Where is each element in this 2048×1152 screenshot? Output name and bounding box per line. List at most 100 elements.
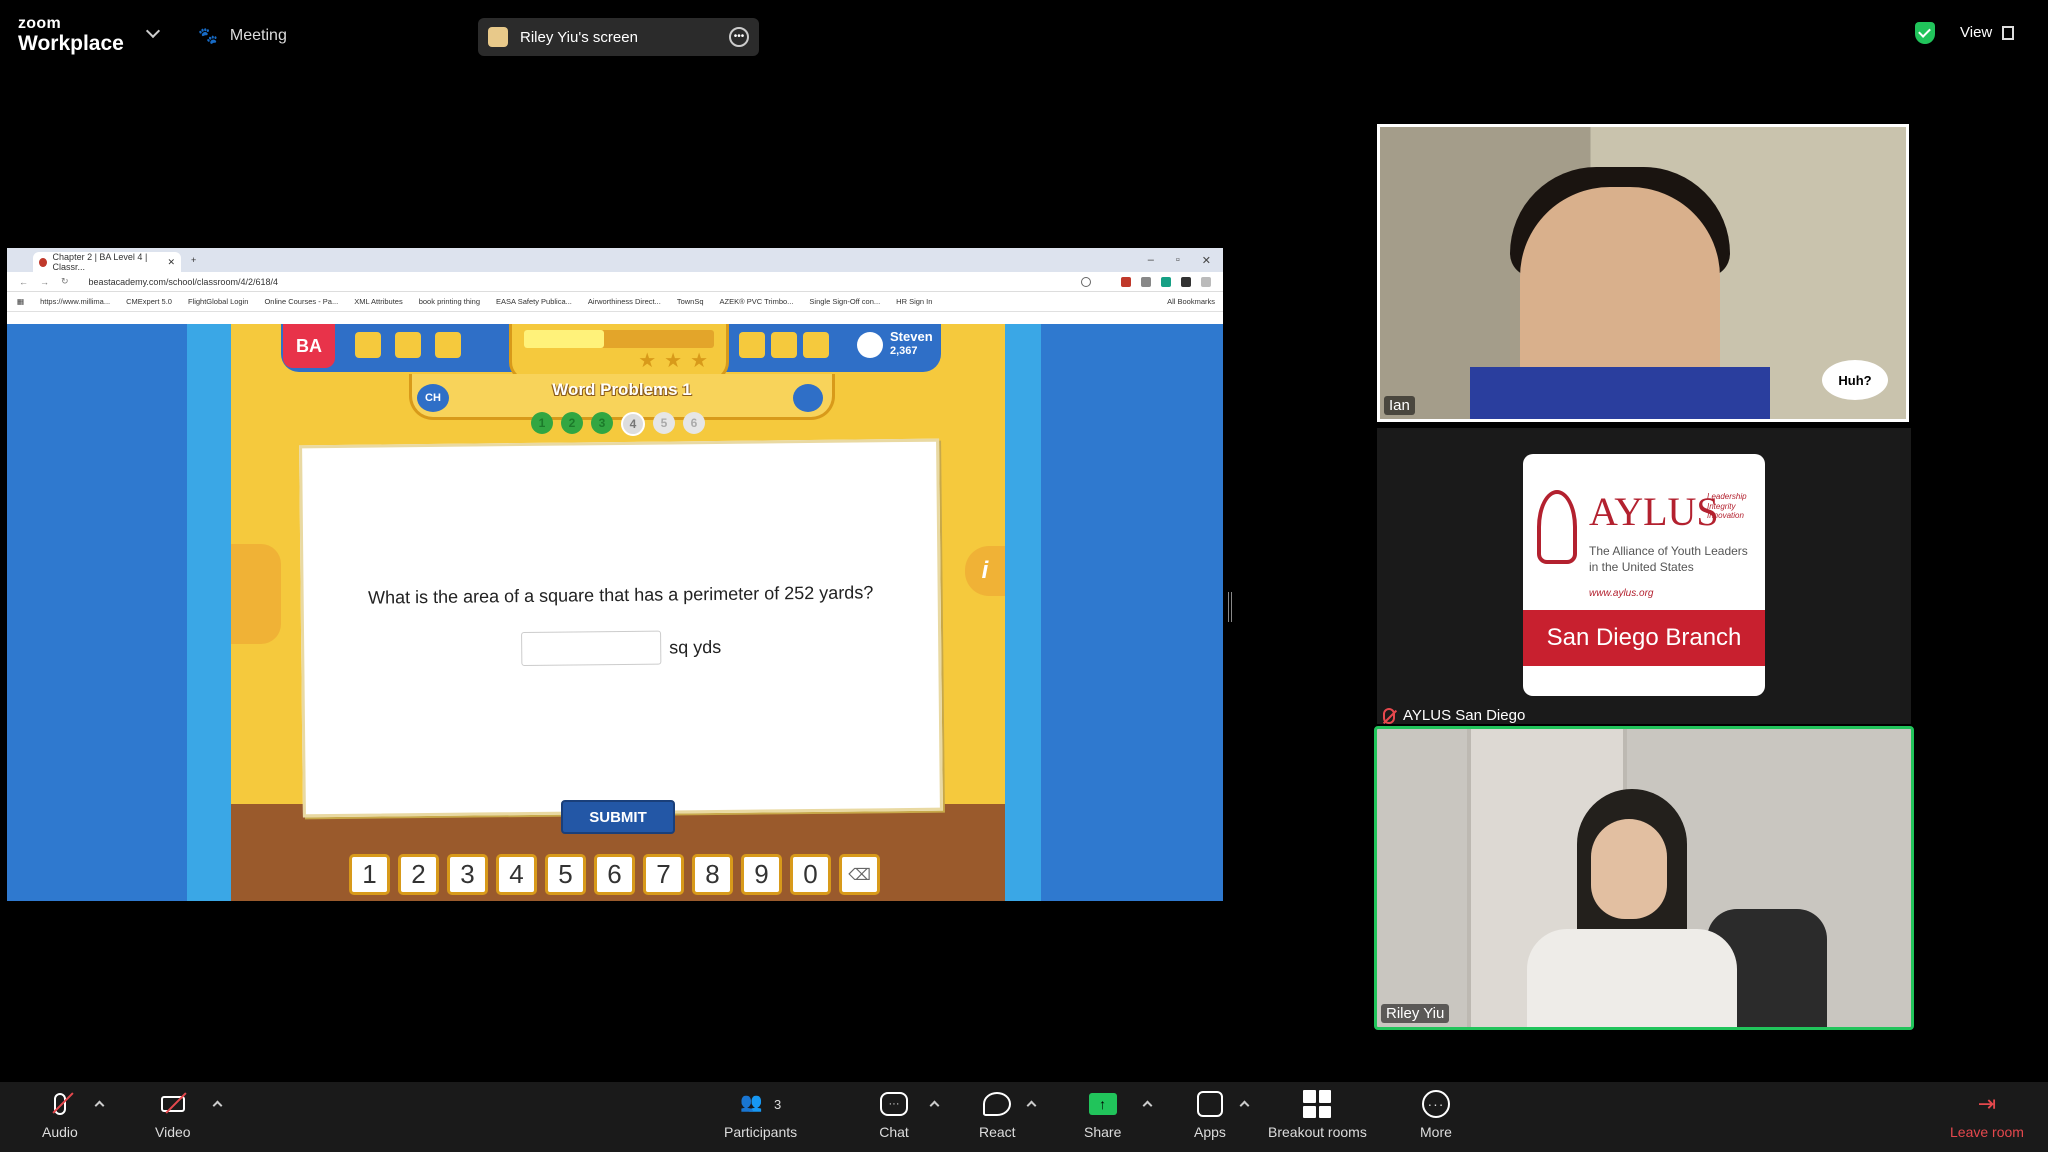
award-icon[interactable] xyxy=(739,332,765,358)
info-button[interactable]: i xyxy=(965,546,1005,596)
chat-button[interactable]: ··· Chat xyxy=(879,1090,909,1140)
help-icon[interactable] xyxy=(771,332,797,358)
share-button[interactable]: ↑ Share xyxy=(1084,1090,1121,1140)
keypad-key[interactable]: 0 xyxy=(790,854,831,895)
chevron-up-icon[interactable] xyxy=(1026,1100,1037,1111)
beast-academy-logo[interactable]: BA xyxy=(283,324,335,368)
forward-icon[interactable]: → xyxy=(40,277,49,287)
pencil-tool[interactable] xyxy=(231,544,281,644)
chevron-down-icon[interactable] xyxy=(145,23,161,39)
profile-icon[interactable] xyxy=(1201,276,1211,287)
tab-close-icon[interactable]: ✕ xyxy=(167,257,175,268)
submit-button[interactable]: SUBMIT xyxy=(561,800,675,834)
apps-button[interactable]: Apps xyxy=(1194,1090,1226,1140)
more-options-icon[interactable]: ••• xyxy=(729,27,749,47)
bookmark[interactable]: HR Sign In xyxy=(896,297,932,306)
view-button[interactable]: View xyxy=(1960,24,2015,41)
meeting-menu[interactable]: 🐾 Meeting xyxy=(198,26,287,46)
share-label: Riley Yiu's screen xyxy=(520,28,638,46)
bookmark[interactable]: XML Attributes xyxy=(354,297,403,306)
keypad-key[interactable]: 9 xyxy=(741,854,782,895)
back-icon[interactable]: ← xyxy=(19,277,28,287)
bookmark[interactable]: book printing thing xyxy=(419,297,480,306)
bookmark[interactable]: EASA Safety Publica... xyxy=(496,297,572,306)
react-button[interactable]: React xyxy=(979,1090,1016,1140)
audio-button[interactable]: Audio xyxy=(42,1090,78,1140)
keypad-key[interactable]: 1 xyxy=(349,854,390,895)
game-area: BA ★★★ Steven 2,367 Word Problems 1 CH 1… xyxy=(231,324,1005,901)
bookmark[interactable]: TownSq xyxy=(677,297,704,306)
tagline-line: Integrity xyxy=(1707,501,1736,511)
home-icon[interactable] xyxy=(355,332,381,358)
new-tab-icon[interactable]: + xyxy=(191,255,196,265)
breakout-rooms-button[interactable]: Breakout rooms xyxy=(1268,1090,1367,1140)
settings-icon[interactable] xyxy=(803,332,829,358)
extension-icon[interactable] xyxy=(1181,276,1191,287)
bookmark[interactable]: Airworthiness Direct... xyxy=(588,297,661,306)
screen-share-pill[interactable]: Riley Yiu's screen ••• xyxy=(478,18,759,56)
keypad-key[interactable]: 6 xyxy=(594,854,635,895)
bookmark[interactable]: CMExpert 5.0 xyxy=(126,297,172,306)
book-icon[interactable] xyxy=(395,332,421,358)
guide-book-icon[interactable] xyxy=(793,384,823,412)
close-window-icon[interactable]: ✕ xyxy=(1202,254,1211,267)
problem-dot[interactable]: 5 xyxy=(653,412,675,434)
problem-dot[interactable]: 4 xyxy=(621,412,645,436)
participants-button[interactable]: 👥 3 Participants xyxy=(724,1090,797,1140)
reload-icon[interactable]: ↻ xyxy=(61,276,69,287)
extension-icon[interactable] xyxy=(1141,276,1151,287)
zoom-icon[interactable] xyxy=(1081,276,1091,287)
problem-dot[interactable]: 6 xyxy=(683,412,705,434)
torch-icon xyxy=(1537,490,1577,564)
breakout-grid-icon xyxy=(1302,1090,1332,1118)
all-bookmarks[interactable]: All Bookmarks xyxy=(1167,297,1223,306)
keypad-key[interactable]: 3 xyxy=(447,854,488,895)
apps-grid-icon[interactable]: ▦ xyxy=(17,297,24,306)
video-button[interactable]: Video xyxy=(155,1090,191,1140)
apps-label: Apps xyxy=(1194,1124,1226,1140)
extension-icon[interactable] xyxy=(1161,276,1171,287)
chapter-button[interactable]: CH xyxy=(417,384,449,412)
minimize-icon[interactable]: – xyxy=(1148,254,1154,267)
video-tile-aylus[interactable]: AYLUS Leadership Integrity Innovation Th… xyxy=(1377,428,1911,724)
url-field[interactable]: beastacademy.com/school/classroom/4/2/61… xyxy=(89,277,278,287)
user-info[interactable]: Steven 2,367 xyxy=(890,329,933,358)
resize-handle[interactable] xyxy=(1228,592,1232,622)
leave-room-button[interactable]: ⇥ Leave room xyxy=(1950,1090,2024,1140)
problem-dot[interactable]: 3 xyxy=(591,412,613,434)
browser-tab[interactable]: Chapter 2 | BA Level 4 | Classr... ✕ xyxy=(33,252,181,272)
bookmark[interactable]: AZEK® PVC Trimbo... xyxy=(720,297,794,306)
bookmark[interactable]: Single Sign-Off con... xyxy=(809,297,880,306)
puzzle-icon[interactable] xyxy=(435,332,461,358)
keypad-key[interactable]: 5 xyxy=(545,854,586,895)
problem-dot[interactable]: 1 xyxy=(531,412,553,434)
bookmark[interactable]: https://www.millima... xyxy=(40,297,110,306)
more-button[interactable]: ··· More xyxy=(1420,1090,1452,1140)
bookmark[interactable]: Online Courses - Pa... xyxy=(264,297,338,306)
keypad-key[interactable]: 4 xyxy=(496,854,537,895)
star-icon[interactable] xyxy=(1101,277,1111,287)
webpage: BA ★★★ Steven 2,367 Word Problems 1 CH 1… xyxy=(7,324,1223,901)
keypad-key[interactable]: 8 xyxy=(692,854,733,895)
answer-input[interactable] xyxy=(521,630,662,667)
keypad-key[interactable]: 2 xyxy=(398,854,439,895)
decor-stripe xyxy=(187,324,231,901)
video-tile-riley[interactable]: Riley Yiu xyxy=(1374,726,1914,1030)
avatar[interactable] xyxy=(857,332,883,358)
chevron-up-icon[interactable] xyxy=(1142,1100,1153,1111)
participant-name-row: AYLUS San Diego xyxy=(1383,707,1525,724)
bookmark[interactable]: FlightGlobal Login xyxy=(188,297,248,306)
chevron-up-icon[interactable] xyxy=(929,1100,940,1111)
security-shield-icon[interactable] xyxy=(1915,22,1935,44)
stars-rating: ★★★ xyxy=(638,350,716,372)
keypad-key[interactable]: 7 xyxy=(643,854,684,895)
backspace-key-icon[interactable]: ⌫ xyxy=(839,854,880,895)
browser-tab-strip: Chapter 2 | BA Level 4 | Classr... ✕ + –… xyxy=(7,248,1223,272)
extension-icon[interactable] xyxy=(1121,276,1131,287)
maximize-icon[interactable]: ▫ xyxy=(1176,254,1180,267)
chevron-up-icon[interactable] xyxy=(94,1100,105,1111)
chevron-up-icon[interactable] xyxy=(212,1100,223,1111)
chevron-up-icon[interactable] xyxy=(1239,1100,1250,1111)
reaction-bubble: Huh? xyxy=(1822,360,1888,400)
problem-dot[interactable]: 2 xyxy=(561,412,583,434)
